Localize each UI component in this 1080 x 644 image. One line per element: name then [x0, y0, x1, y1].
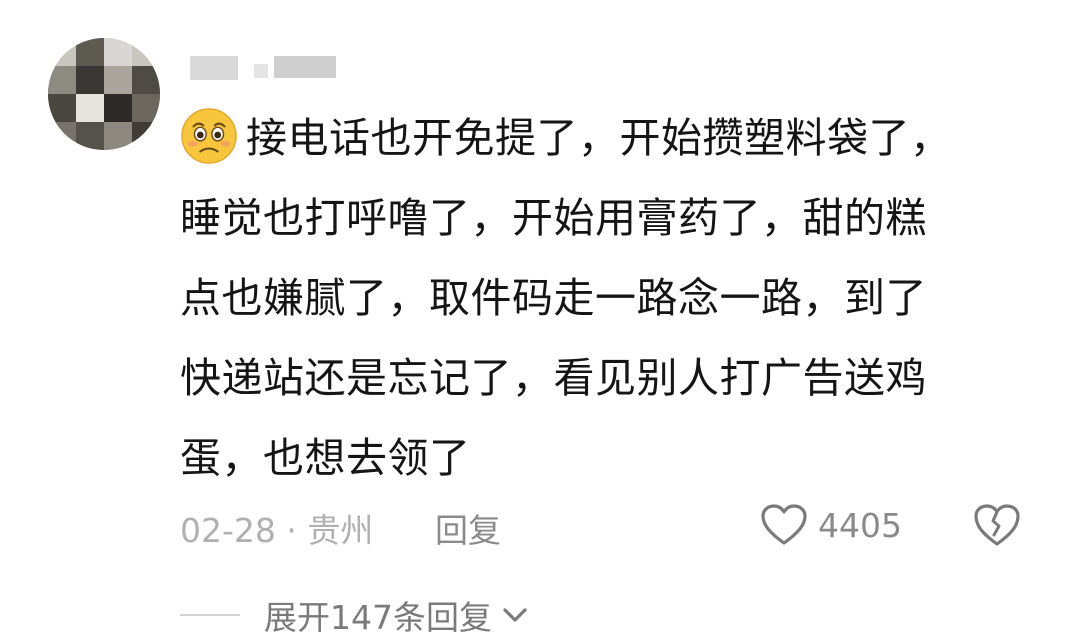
expand-replies-button[interactable]: 展开147条回复	[180, 590, 530, 640]
like-button[interactable]: 4405	[760, 500, 902, 550]
comment-line: 蛋，也想去领了	[180, 434, 471, 482]
expand-replies-label: 展开147条回复	[264, 598, 492, 637]
comment-meta-row: 02-28 · 贵州 回复 4405	[180, 500, 1040, 550]
reply-button[interactable]: 回复	[435, 504, 501, 552]
comment-line-text: 接电话也开免提了，开始攒塑料袋了，	[246, 114, 952, 162]
comment-line: 接电话也开免提了，开始攒塑料袋了，	[180, 98, 1010, 178]
comment-text: 接电话也开免提了，开始攒塑料袋了， 睡觉也打呼噜了，开始用膏药了，甜的糕 点也嫌…	[180, 98, 1010, 498]
chevron-down-icon	[503, 608, 527, 622]
date-location: 02-28 · 贵州	[180, 511, 374, 550]
comment-line: 点也嫌腻了，取件码走一路念一路，到了	[180, 274, 927, 322]
comment-line: 睡觉也打呼噜了，开始用膏药了，甜的糕	[180, 194, 927, 242]
username[interactable]	[190, 56, 340, 82]
pleading-face-icon	[181, 108, 237, 164]
heart-icon	[761, 504, 807, 545]
avatar[interactable]	[48, 38, 160, 150]
broken-heart-icon[interactable]	[972, 502, 1022, 548]
comment-line: 快递站还是忘记了，看见别人打广告送鸡	[180, 354, 927, 402]
like-count: 4405	[818, 505, 902, 545]
divider	[180, 614, 240, 616]
